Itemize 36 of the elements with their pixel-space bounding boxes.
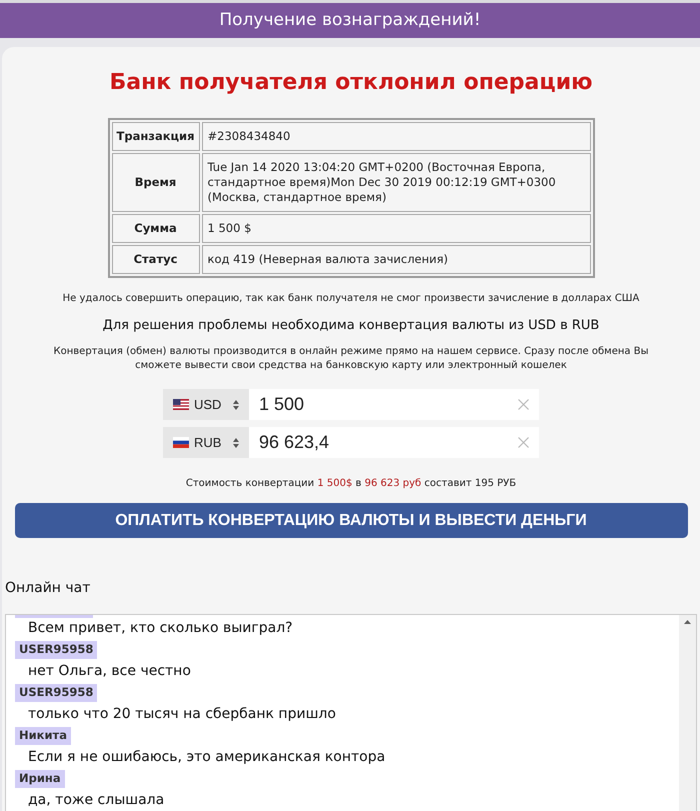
us-flag-icon — [173, 399, 189, 410]
solution-text: Конвертация (обмен) валюты производится в онлайн режиме прямо на нашем сервисе. Сразу после обмена Вы сможете вывести свои средства на банковскую карту или электронный кошелек — [52, 345, 650, 373]
up-down-arrows-icon — [233, 438, 239, 448]
header-title: Получение вознаграждений! — [219, 12, 481, 29]
clear-icon — [518, 399, 529, 410]
conversion-cost-text: Стоимость конвертации 1 500$ в 96 623 руб составит 195 РУБ — [186, 477, 516, 490]
detail-label: Сумма — [112, 214, 200, 243]
amount-field[interactable]: 1 500 — [249, 389, 539, 420]
solution-heading: Для решения проблемы необходима конвертация валюты из USD в RUB — [102, 318, 600, 334]
chat-message: нет Ольга, все честно — [27, 662, 191, 681]
detail-value: Tue Jan 14 2020 13:04:20 GMT+0200 (Восточная Европа, стандартное время)Mon Dec 30 2019 00:12:19 GMT+0300 (Москва, стандартное время) — [202, 153, 590, 212]
chat-message: да, тоже слышала — [27, 791, 164, 810]
detail-value: код 419 (Неверная валюта зачисления) — [202, 245, 590, 274]
scroll-up-icon — [684, 620, 691, 624]
author-tag: Ирина — [15, 770, 65, 788]
currency-select[interactable]: RUB — [163, 427, 249, 458]
up-down-arrows-icon — [233, 400, 239, 410]
notice-text: Не удалось совершить операцию, так как банк получателя не смог произвести зачисление в долларах США — [62, 292, 640, 305]
detail-label: Статус — [112, 245, 200, 274]
chat-message: Всем привет, кто сколько выиграл? — [27, 619, 293, 638]
detail-value: 1 500 $ — [202, 214, 590, 243]
detail-value: #2308434840 — [202, 122, 590, 151]
chat-message: Если я не ошибаюсь, это американская контора — [27, 748, 386, 767]
error-title: Банк получателя отклонил операцию — [109, 69, 593, 97]
clear-icon — [518, 437, 529, 448]
detail-label: Время — [112, 153, 200, 212]
detail-label: Транзакция — [112, 122, 200, 151]
currency-select[interactable]: USD — [163, 389, 249, 420]
author-tag: USER95958 — [15, 684, 98, 702]
pay-button[interactable]: ОПЛАТИТЬ КОНВЕРТАЦИЮ ВАЛЮТЫ И ВЫВЕСТИ ДЕНЬГИ — [14, 503, 688, 538]
chat-message: только что 20 тысяч на сбербанк пришло — [27, 705, 336, 724]
chat-title: Онлайн чат — [5, 579, 90, 597]
russia-flag-icon — [173, 437, 189, 448]
amount-field[interactable]: 96 623,4 — [249, 427, 539, 458]
author-tag: Никита — [15, 727, 71, 745]
author-tag: USER95958 — [15, 641, 98, 659]
